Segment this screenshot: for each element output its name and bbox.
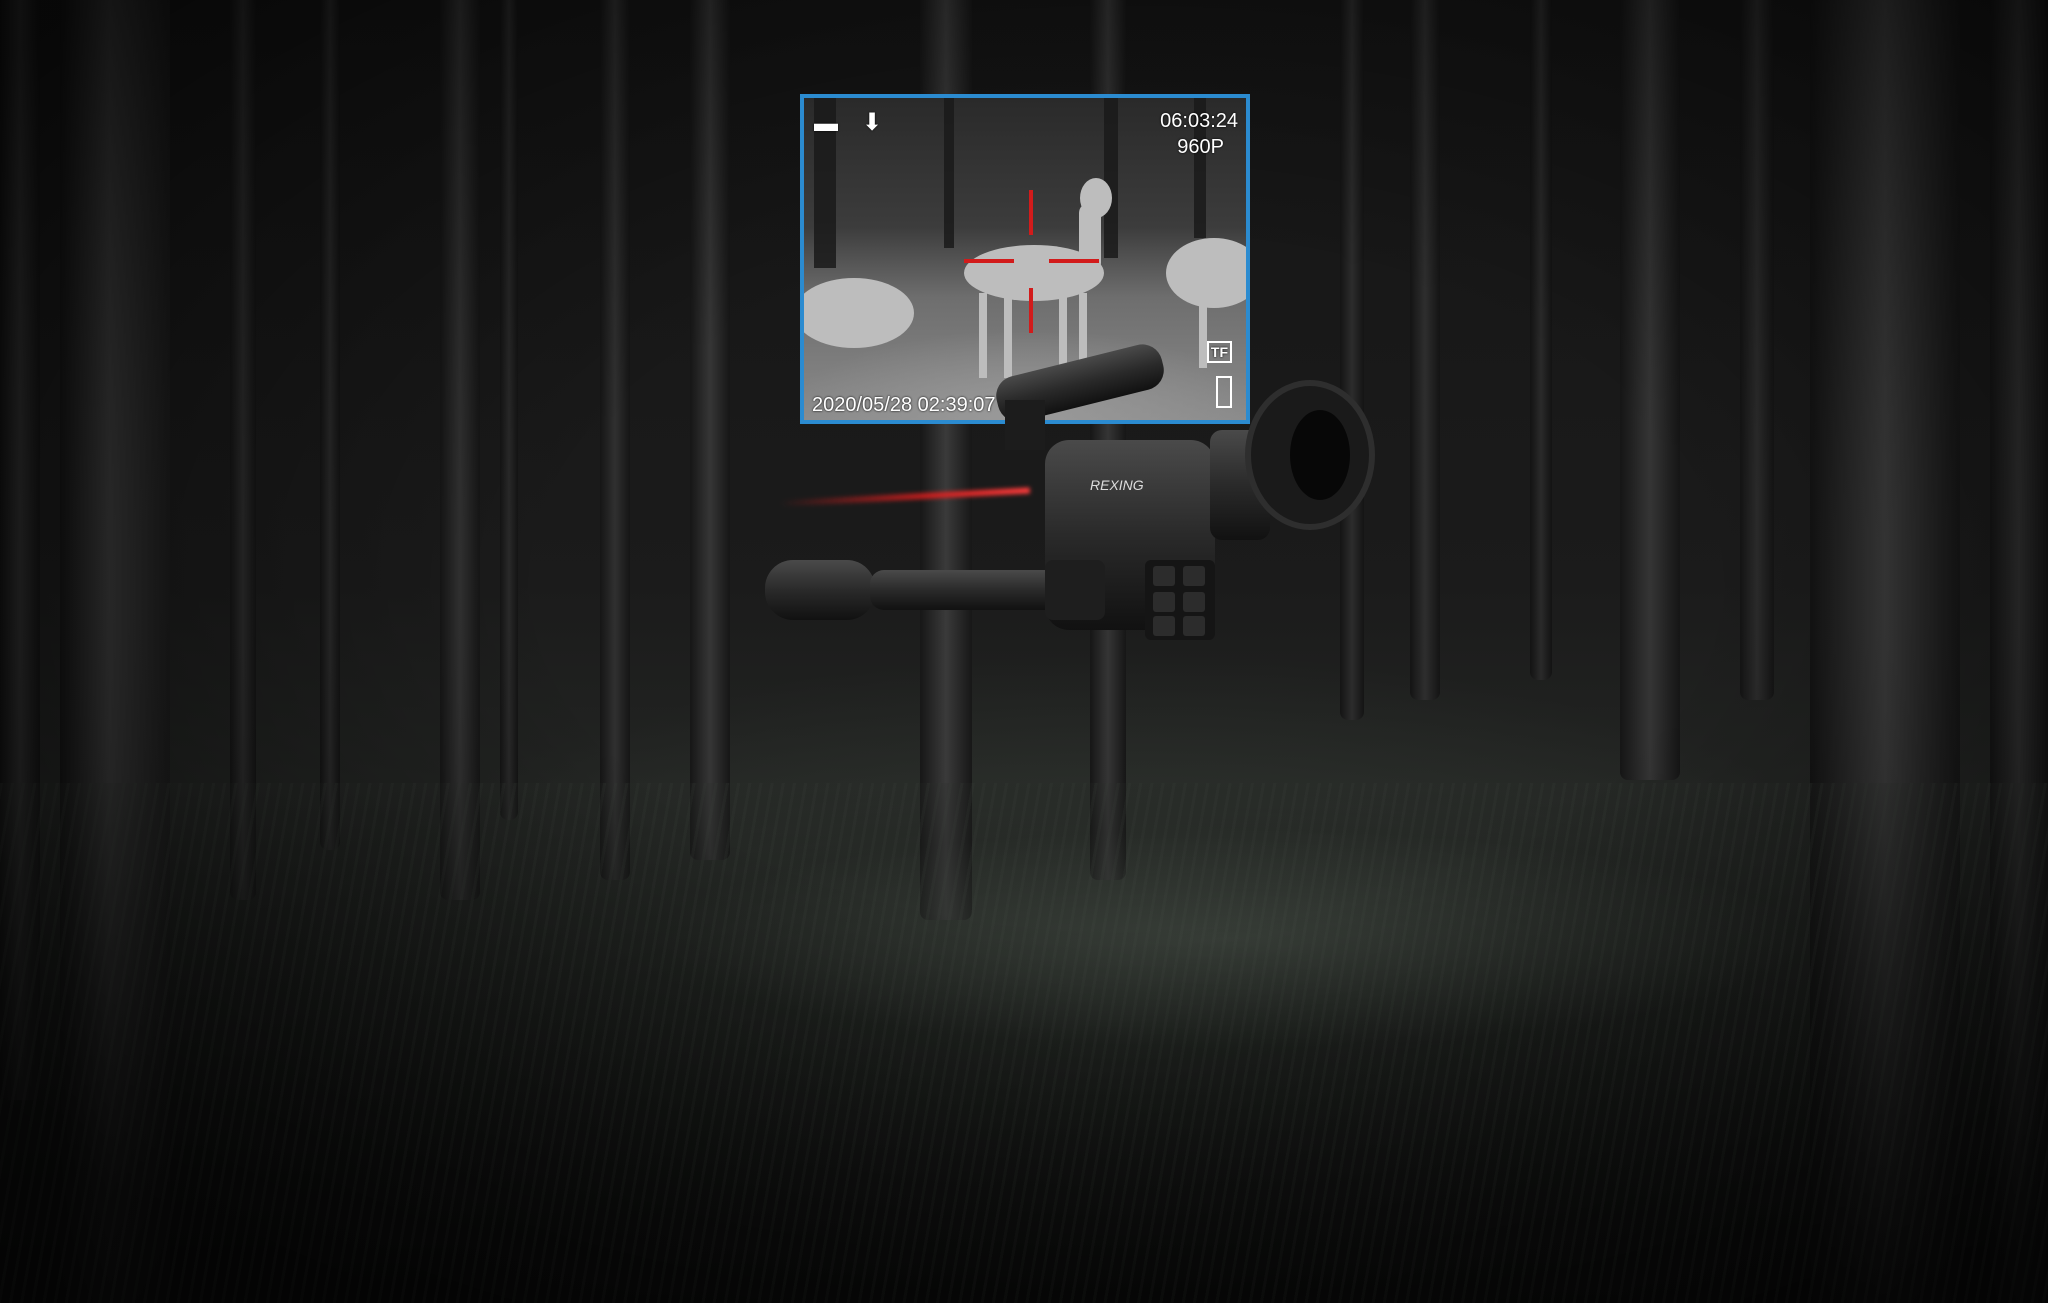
photo-mode-icon: ▬ [814,110,838,137]
deer-right [1166,238,1246,308]
power-button[interactable] [1183,566,1205,586]
up-zoom-in-button[interactable] [1153,592,1175,612]
ok-button[interactable] [1153,566,1175,586]
reticle-vertical-bottom [1029,288,1033,333]
eyepiece [1210,380,1375,540]
save-icon: ⬇ [862,109,883,136]
recording-timer: 06:03:24 [1160,110,1238,132]
objective-lens-barrel [765,560,1070,620]
mode-button[interactable] [1183,616,1205,636]
resolution-label: 960P [1177,136,1224,158]
brand-logo: REXING [1090,477,1144,493]
night-forest-scene: ▬ ⬇ 06:03:24 960P TF 2020/05/28 02:39:07 [0,0,2048,1303]
reticle-horizontal-left [964,259,1014,263]
control-button-panel [1145,560,1215,640]
ir-button[interactable] [1183,592,1205,612]
reticle-vertical-top [1029,190,1033,235]
down-zoom-out-button[interactable] [1153,616,1175,636]
reticle-horizontal-right [1049,259,1099,263]
night-vision-scope: REXING [765,344,1375,640]
deer-head [1080,178,1112,218]
ir-illuminator [996,344,1164,450]
